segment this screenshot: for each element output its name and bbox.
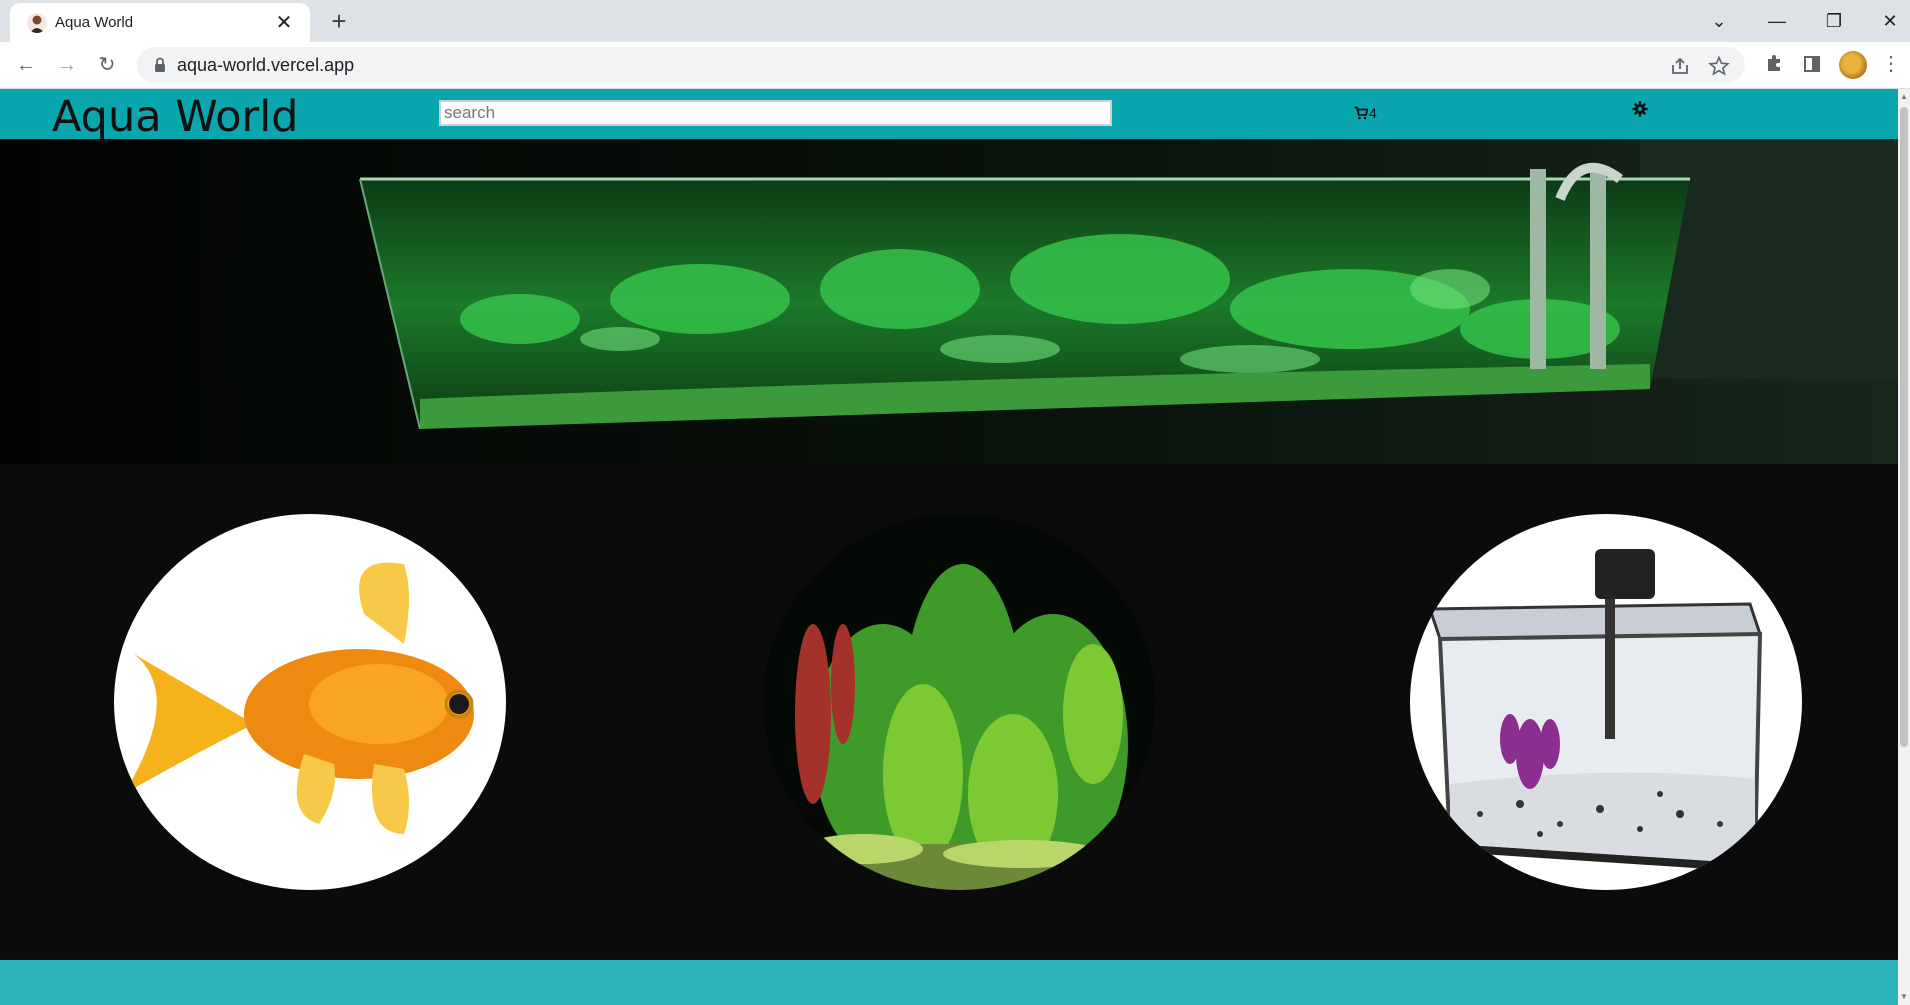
side-panel-icon[interactable] [1798,50,1826,78]
tab-title: Aqua World [55,14,134,31]
reload-button[interactable]: ↻ [93,51,121,79]
aquarium-tank-image [1410,514,1802,890]
category-aquarium-tank[interactable] [1410,514,1802,890]
restore-button[interactable]: ❐ [1812,6,1856,36]
forward-button[interactable]: → [53,51,81,79]
browser-toolbar: ← → ↻ aqua-world.vercel.app ⋮ [0,42,1910,89]
close-window-button[interactable]: ✕ [1868,6,1910,36]
category-aquatic-plants[interactable] [763,514,1155,890]
site-logo[interactable]: Aqua World [52,92,298,142]
tab-close-icon[interactable]: ✕ [272,10,296,35]
favicon-icon [27,13,47,33]
browser-tab[interactable]: Aqua World ✕ [10,3,310,42]
web-page: Aqua World 4 [0,89,1898,1005]
goldfish-image [114,514,506,890]
aquatic-plants-image [763,514,1155,890]
profile-avatar[interactable] [1839,51,1867,79]
back-button[interactable]: ← [12,51,40,79]
page-scrollbar[interactable]: ▲ ▼ [1898,89,1910,1005]
cart-count: 4 [1369,105,1377,121]
site-header: Aqua World 4 [0,89,1898,142]
new-tab-button[interactable]: + [324,6,354,37]
bookmark-star-icon[interactable] [1708,55,1730,77]
search-input[interactable] [439,100,1112,126]
share-icon[interactable] [1669,55,1691,77]
gear-icon[interactable] [1632,101,1648,117]
minimize-button[interactable]: — [1755,6,1799,36]
cart-button[interactable]: 4 [1354,103,1377,123]
tab-search-dropdown-icon[interactable]: ⌄ [1697,6,1741,36]
browser-menu-icon[interactable]: ⋮ [1877,50,1905,78]
url-text: aqua-world.vercel.app [177,55,355,75]
site-footer [0,960,1898,1005]
scroll-down-arrow-icon[interactable]: ▼ [1898,991,1910,1003]
address-bar[interactable]: aqua-world.vercel.app [137,47,1745,83]
lock-icon [155,57,165,72]
cart-icon [1354,106,1368,120]
category-section [0,464,1898,961]
scroll-up-arrow-icon[interactable]: ▲ [1898,91,1910,103]
category-goldfish[interactable] [114,514,506,890]
aquarium-banner-image [0,139,1898,464]
hero-banner [0,139,1898,464]
extensions-icon[interactable] [1760,50,1788,78]
scrollbar-thumb[interactable] [1900,107,1908,747]
browser-tab-strip: Aqua World ✕ + ⌄ — ❐ ✕ [0,0,1910,42]
